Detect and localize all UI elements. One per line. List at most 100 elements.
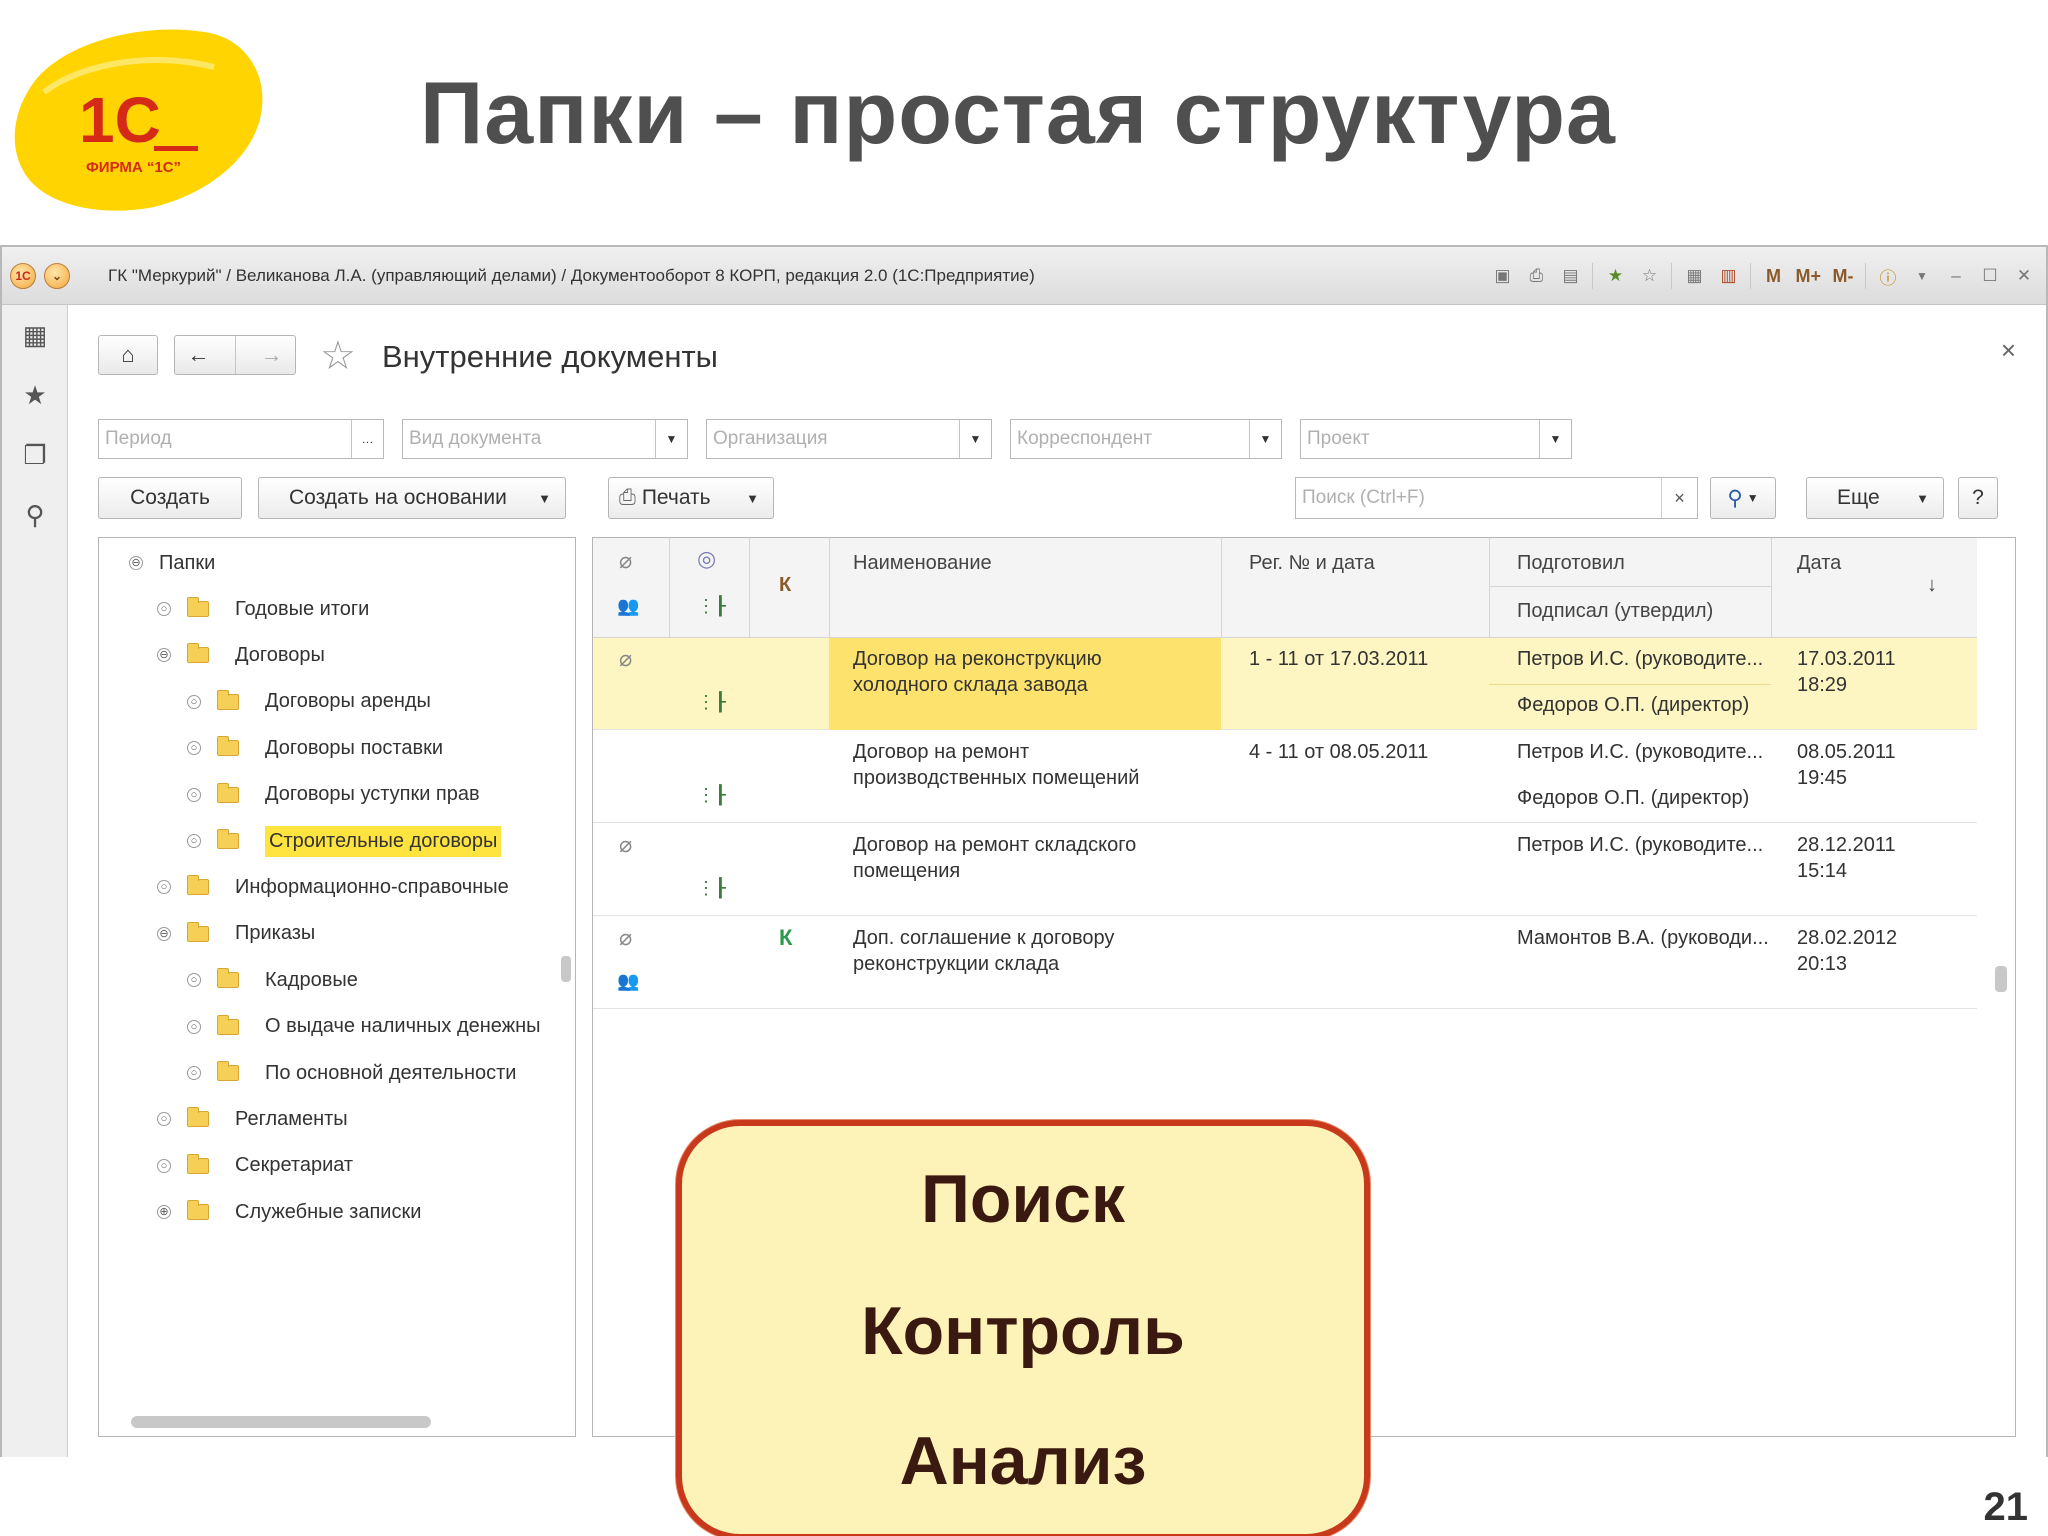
preview-icon[interactable]: ▤ [1558,263,1582,289]
reg-column-header[interactable]: Рег. № и дата [1249,552,1375,575]
organization-filter[interactable]: Организация ▼ [706,419,992,459]
period-filter[interactable]: Период … [98,419,384,459]
tree-horizontal-scrollbar[interactable] [131,1416,431,1428]
tree-item[interactable]: ○ Договоры уступки прав [187,772,480,818]
create-based-button[interactable]: Создать на основании ▼ [258,477,566,519]
leaf-node-icon[interactable]: ○ [157,1158,171,1173]
calculator-icon[interactable]: ▦ [1682,263,1706,289]
tree-item-label: Годовые итоги [235,597,370,620]
callout-item: Поиск [920,1161,1126,1237]
chevron-down-icon[interactable]: ▼ [1539,420,1571,458]
tree-item[interactable]: ⊕ Служебные записки [157,1189,421,1235]
tree-root[interactable]: ⊖ Папки [129,540,215,586]
collapse-icon[interactable]: ⊖ [157,926,171,941]
app-menu-icon[interactable]: 1С [10,262,36,289]
forward-arrow-icon[interactable]: → [261,342,283,368]
more-button[interactable]: Еще ▼ [1806,477,1944,519]
attachment-header-icon[interactable]: ⌀ [619,548,632,574]
memory-plus-button[interactable]: M+ [1795,263,1821,289]
leaf-node-icon[interactable]: ○ [187,1019,201,1034]
maximize-icon[interactable]: ☐ [1978,263,2002,289]
favorites-icon[interactable]: ★ [2,365,68,425]
correspondent-filter[interactable]: Корреспондент ▼ [1010,419,1282,459]
table-row[interactable]: ⌀ ⋮┠ Договор на реконструкцию холодного скл… [593,638,1977,730]
sort-desc-icon[interactable]: ↓ [1927,574,1937,597]
tree-item[interactable]: ○ Секретариат [157,1143,353,1189]
create-button[interactable]: Создать [98,477,242,519]
tree-item[interactable]: ⊖ Приказы [157,911,315,957]
hierarchy-icon: ⋮┠ [697,785,726,805]
chevron-down-icon[interactable]: ▼ [959,420,991,458]
table-row[interactable]: ⌀ 👥 К Доп. соглашение к договору реконструкц… [593,917,1977,1009]
collapse-icon[interactable]: ⊖ [157,648,171,663]
search-options-button[interactable]: ⚲ ▼ [1710,477,1776,519]
sections-grid-icon[interactable]: ▦ [2,305,68,365]
help-button[interactable]: ? [1958,477,1998,519]
info-icon[interactable]: ⓘ [1876,263,1900,289]
leaf-node-icon[interactable]: ○ [187,741,201,756]
tree-item[interactable]: ○ Годовые итоги [157,586,369,632]
calendar-icon[interactable]: ▥ [1716,263,1740,289]
hierarchy-header-icon[interactable]: ⋮┠ [697,596,726,617]
tree-item[interactable]: ○ Договоры поставки [187,725,443,771]
main-menu-icon[interactable]: ⌄ [44,262,70,289]
signed-column-header[interactable]: Подписал (утвердил) [1517,600,1713,623]
tree-item[interactable]: ○ О выдаче наличных денежны [187,1004,541,1050]
print-button[interactable]: ⎙ Печать ▼ [608,477,774,519]
memory-minus-button[interactable]: M- [1831,263,1855,289]
tree-item[interactable]: ○ По основной деятельности [187,1050,516,1096]
folder-icon [217,689,239,710]
expand-icon[interactable]: ⊕ [157,1205,171,1220]
tree-vertical-scrollbar[interactable] [561,956,571,982]
table-vertical-scrollbar[interactable] [1995,966,2007,992]
table-row[interactable]: ⋮┠ Договор на ремонт производственных поме… [593,731,1977,823]
minimize-icon[interactable]: – [1944,263,1968,289]
memory-button[interactable]: M [1761,263,1785,289]
date-column-header[interactable]: Дата [1797,552,1841,575]
back-arrow-icon[interactable]: ← [188,342,210,368]
tree-item[interactable]: ○ Договоры аренды [187,679,431,725]
leaf-node-icon[interactable]: ○ [157,602,171,616]
document-date: 08.05.2011 [1797,741,1896,763]
callout-item: Анализ [899,1423,1147,1499]
history-icon[interactable]: ❐ [2,425,68,485]
tree-item[interactable]: ○ Строительные договоры [187,818,502,864]
prepared-column-header[interactable]: Подготовил [1517,552,1625,575]
leaf-node-icon[interactable]: ○ [187,1066,201,1080]
leaf-node-icon[interactable]: ○ [187,973,201,988]
leaf-node-icon[interactable]: ○ [157,880,171,895]
document-date: 17.03.2011 [1797,648,1896,670]
name-column-header[interactable]: Наименование [853,552,992,575]
tree-item[interactable]: ⊖ Договоры [157,632,325,678]
k-column-header[interactable]: К [779,574,791,597]
collapse-icon[interactable]: ⊖ [129,556,143,570]
chevron-down-icon[interactable]: ▼ [1910,263,1934,289]
folder-icon [217,1014,239,1035]
people-header-icon[interactable]: 👥 [617,596,639,617]
leaf-node-icon[interactable]: ○ [187,694,201,709]
bookmark-icon[interactable]: ☆ [1637,263,1661,289]
leaf-node-icon[interactable]: ○ [187,787,201,802]
status-header-icon[interactable]: ◎ [697,546,716,572]
leaf-node-icon[interactable]: ○ [187,834,201,848]
global-search-icon[interactable]: ⚲ [2,485,68,545]
leaf-node-icon[interactable]: ○ [157,1112,171,1127]
tree-item[interactable]: ○ Регламенты [157,1096,348,1142]
search-input[interactable]: Поиск (Ctrl+F) × [1295,477,1698,519]
chevron-down-icon[interactable]: ▼ [1249,420,1281,458]
table-row[interactable]: ⌀ ⋮┠ Договор на ремонт складского помещения… [593,824,1977,916]
tree-item[interactable]: ○ Кадровые [187,957,358,1003]
window-close-icon[interactable]: ✕ [2012,263,2036,289]
project-filter[interactable]: Проект ▼ [1300,419,1572,459]
period-ellipsis-icon[interactable]: … [351,420,383,458]
favorites-add-icon[interactable]: ★ [1603,263,1627,289]
home-button[interactable]: ⌂ [98,335,158,375]
chevron-down-icon[interactable]: ▼ [655,420,687,458]
add-favorite-star-icon[interactable]: ☆ [320,333,356,379]
print-icon[interactable]: ⎙ [1524,263,1548,289]
clear-icon[interactable]: × [1661,478,1697,518]
save-icon[interactable]: ▣ [1490,263,1514,289]
doc-type-filter[interactable]: Вид документа ▼ [402,419,688,459]
tree-item[interactable]: ○ Информационно-справочные [157,864,509,910]
form-close-icon[interactable]: × [2001,335,2016,366]
